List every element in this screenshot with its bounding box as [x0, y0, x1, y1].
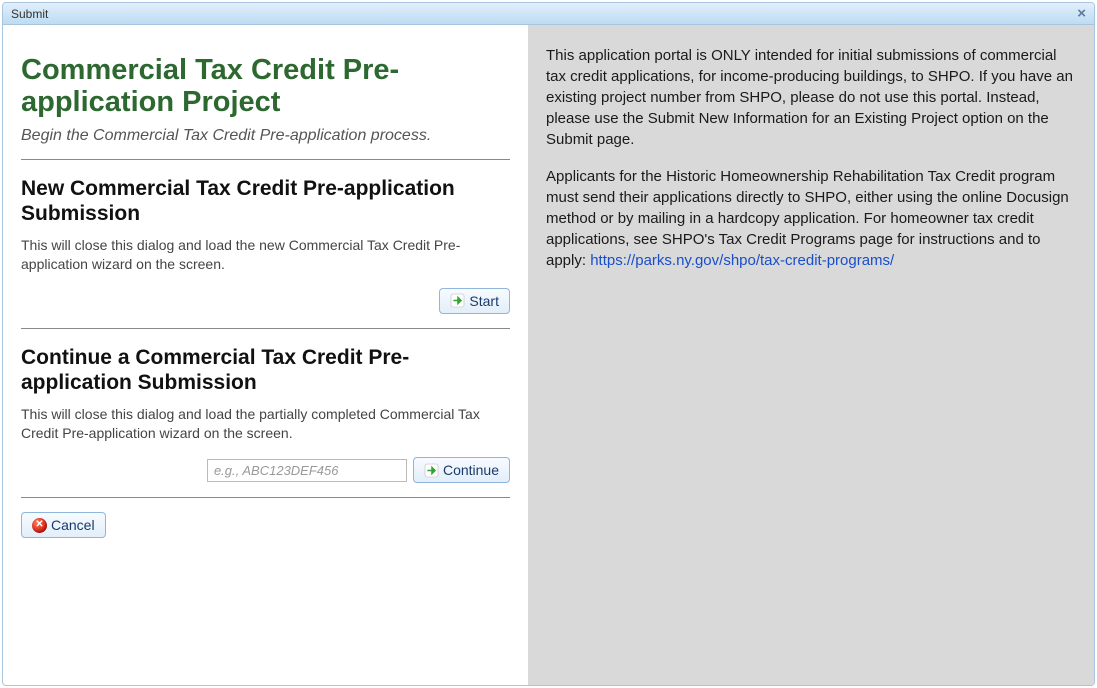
arrow-right-icon [450, 293, 465, 308]
content-wrap: Commercial Tax Credit Pre-application Pr… [3, 25, 1094, 685]
arrow-right-icon [424, 463, 439, 478]
divider [21, 159, 510, 160]
continue-submission-actions: Continue [21, 457, 510, 483]
divider [21, 328, 510, 329]
start-button[interactable]: Start [439, 288, 510, 314]
tax-credit-programs-link[interactable]: https://parks.ny.gov/shpo/tax-credit-pro… [590, 252, 894, 269]
new-submission-desc: This will close this dialog and load the… [21, 236, 510, 274]
cancel-icon: ✕ [32, 518, 47, 533]
page-subtitle: Begin the Commercial Tax Credit Pre-appl… [21, 127, 510, 145]
page-title: Commercial Tax Credit Pre-application Pr… [21, 55, 510, 119]
new-submission-heading: New Commercial Tax Credit Pre-applicatio… [21, 176, 510, 226]
left-pane: Commercial Tax Credit Pre-application Pr… [3, 25, 528, 685]
info-paragraph-2: Applicants for the Historic Homeownershi… [546, 166, 1076, 271]
continue-submission-heading: Continue a Commercial Tax Credit Pre-app… [21, 345, 510, 395]
start-button-label: Start [469, 293, 499, 309]
divider [21, 497, 510, 498]
info-paragraph-1: This application portal is ONLY intended… [546, 45, 1076, 150]
footer-actions: ✕ Cancel [21, 512, 510, 538]
project-code-input[interactable] [207, 459, 407, 482]
continue-button[interactable]: Continue [413, 457, 510, 483]
submit-dialog: Submit × Commercial Tax Credit Pre-appli… [2, 2, 1095, 686]
dialog-title: Submit [11, 7, 48, 21]
continue-button-label: Continue [443, 462, 499, 478]
cancel-button[interactable]: ✕ Cancel [21, 512, 106, 538]
info-pane: This application portal is ONLY intended… [528, 25, 1094, 685]
titlebar: Submit × [3, 3, 1094, 25]
new-submission-actions: Start [21, 288, 510, 314]
continue-submission-desc: This will close this dialog and load the… [21, 405, 510, 443]
cancel-button-label: Cancel [51, 517, 95, 533]
close-icon[interactable]: × [1073, 6, 1090, 21]
